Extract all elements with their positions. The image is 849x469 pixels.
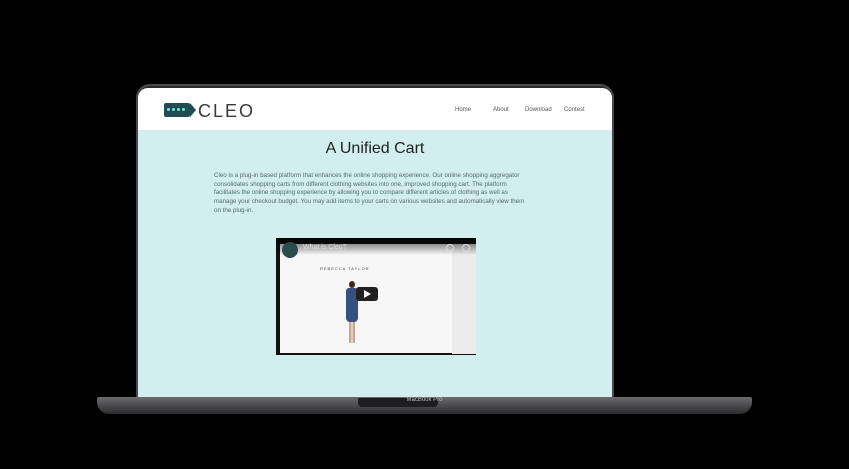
- logo-text[interactable]: CLEO: [198, 101, 255, 122]
- video-title[interactable]: What is Cleo?: [303, 244, 347, 251]
- device-label: MacBook Pro: [406, 397, 443, 403]
- storefront-label: REBECCA TAYLOR: [320, 266, 370, 271]
- channel-avatar[interactable]: [282, 242, 298, 258]
- page-title: A Unified Cart: [325, 140, 425, 157]
- nav-about[interactable]: About: [493, 107, 509, 113]
- play-icon[interactable]: [356, 287, 378, 301]
- top-navigation: CLEO Home About Download Contest: [138, 88, 612, 130]
- video-actions: [446, 244, 470, 252]
- video-player[interactable]: REBECCA TAYLOR What is Cleo?: [276, 238, 476, 355]
- watch-later-icon[interactable]: [446, 244, 454, 252]
- plugin-panel: [452, 244, 476, 354]
- nav-download[interactable]: Download: [525, 107, 552, 113]
- nav-home[interactable]: Home: [455, 107, 471, 113]
- description-text: Cleo is a plug-in based platform that en…: [214, 172, 525, 214]
- nav-contest[interactable]: Contest: [564, 107, 585, 113]
- laptop-screen: CLEO Home About Download Contest A Unifi…: [138, 88, 612, 398]
- share-icon[interactable]: [462, 244, 470, 252]
- cleo-tag-icon: [164, 103, 196, 117]
